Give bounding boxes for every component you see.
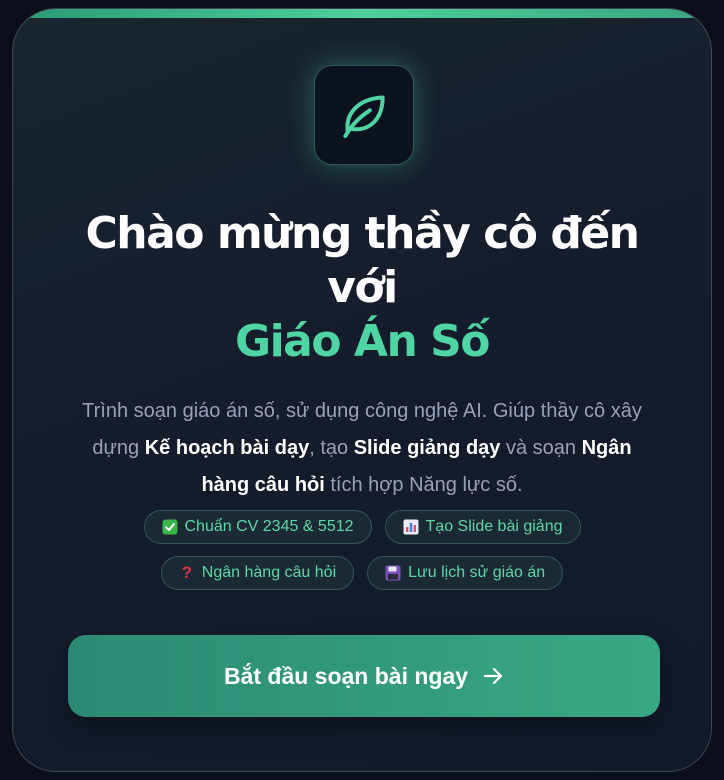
desc-lesson-plan: Kế hoạch bài dạy [144, 437, 310, 459]
badge-label: Lưu lịch sử giáo án [408, 564, 546, 581]
badge-history: Lưu lịch sử giáo án [367, 556, 564, 590]
badge-label: Tạo Slide bài giảng [425, 518, 563, 535]
start-button[interactable]: Bắt đầu soạn bài ngay [68, 635, 660, 717]
bar-chart-icon [403, 519, 419, 535]
badge-row: ? Ngân hàng câu hỏi Lưu lịch sử giáo án [160, 556, 564, 590]
desc-text-4: tích hợp Năng lực số. [324, 474, 523, 496]
badge-standard: Chuẩn CV 2345 & 5512 [143, 510, 372, 544]
badge-row: Chuẩn CV 2345 & 5512 Tạo Slide bài giảng [143, 510, 581, 544]
question-mark-icon: ? [181, 563, 192, 582]
badge-label: Chuẩn CV 2345 & 5512 [184, 518, 354, 535]
start-button-label: Bắt đầu soạn bài ngay [223, 662, 469, 689]
logo-box [314, 65, 414, 165]
leaf-icon [343, 95, 385, 138]
desc-text-3: và soạn [500, 437, 582, 459]
description: Trình soạn giáo án số, sử dụng công nghệ… [73, 393, 651, 504]
badge-question-bank: ? Ngân hàng câu hỏi [160, 556, 355, 590]
badge-label: Ngân hàng câu hỏi [201, 564, 337, 581]
accent-bar [13, 9, 711, 18]
floppy-disk-icon [385, 565, 401, 581]
brand-name: Giáo Án Số [234, 316, 491, 367]
welcome-card: Chào mừng thầy cô đến với Giáo Án Số Trì… [12, 8, 712, 772]
badge-slides: Tạo Slide bài giảng [384, 510, 581, 544]
arrow-right-icon [483, 667, 503, 685]
check-box-icon [162, 519, 178, 535]
title-line: Chào mừng thầy cô đến với [85, 208, 640, 313]
page-title: Chào mừng thầy cô đến với Giáo Án Số [53, 207, 671, 369]
desc-slides: Slide giảng dạy [353, 437, 501, 459]
feature-badges: Chuẩn CV 2345 & 5512 Tạo Slide bài giảng… [13, 510, 711, 590]
desc-text-2: , tạo [309, 437, 354, 459]
